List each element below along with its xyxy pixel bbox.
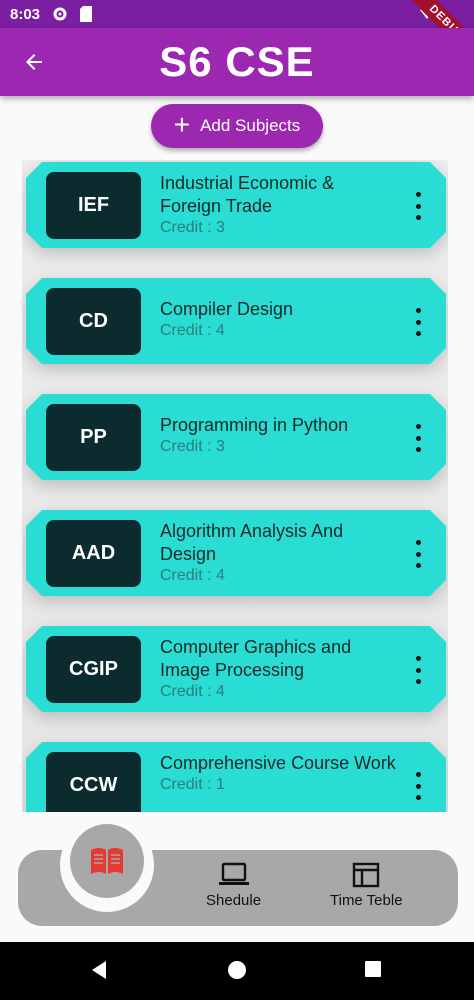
subjects-fab-button[interactable] <box>70 824 144 898</box>
subject-name: Programming in Python <box>160 415 349 435</box>
subject-credit: Credit : 4 <box>160 322 225 339</box>
book-icon <box>91 848 123 874</box>
subject-card[interactable]: AAD Algorithm Analysis And Design Credit… <box>22 510 448 596</box>
subject-card[interactable]: PP Programming in Python Credit : 3 <box>22 394 448 480</box>
back-button[interactable] <box>14 44 54 80</box>
system-home-button[interactable] <box>227 960 247 985</box>
plus-icon: + <box>173 108 191 140</box>
subject-name: Comprehensive Course Work <box>160 753 396 773</box>
add-subjects-label: Add Subjects <box>200 116 301 135</box>
triangle-back-icon <box>92 961 106 979</box>
nav-item-time-teble[interactable]: Time Teble <box>330 862 403 909</box>
subject-card[interactable]: CD Compiler Design Credit : 4 <box>22 278 448 364</box>
subject-name: Compiler Design <box>160 299 294 319</box>
settings-icon <box>52 6 68 22</box>
square-recents-icon <box>365 961 381 977</box>
subject-credit: Credit : 4 <box>160 683 225 700</box>
subject-card[interactable]: CCW Comprehensive Course Work Credit : 1 <box>22 742 448 812</box>
subject-code: IEF <box>46 172 141 239</box>
more-options-icon[interactable] <box>410 772 426 800</box>
subject-code: CD <box>46 288 141 355</box>
nav-item-shedule[interactable]: Shedule <box>206 862 261 909</box>
subject-card[interactable]: IEF Industrial Economic & Foreign Trade … <box>22 162 448 248</box>
subject-code: CGIP <box>46 636 141 703</box>
subject-credit: Credit : 1 <box>160 776 225 793</box>
subject-code: AAD <box>46 520 141 587</box>
subject-name: Computer Graphics and Image Processing <box>160 637 352 680</box>
arrow-left-icon <box>26 54 42 70</box>
subject-code: CCW <box>46 752 141 812</box>
circle-home-icon <box>228 961 246 979</box>
nav-label-shedule: Shedule <box>206 892 262 909</box>
subject-credit: Credit : 4 <box>160 567 225 584</box>
subject-name: Industrial Economic & Foreign Trade <box>160 173 335 216</box>
table-icon <box>353 862 380 888</box>
list-background <box>22 160 448 812</box>
subject-name: Algorithm Analysis And Design <box>160 521 344 564</box>
subject-credit: Credit : 3 <box>160 219 225 236</box>
app-bar: S6 CSE <box>0 28 474 96</box>
system-nav-bar <box>0 942 474 1000</box>
more-options-icon[interactable] <box>410 308 426 336</box>
laptop-icon <box>218 862 249 885</box>
nav-label-time-teble: Time Teble <box>330 892 403 909</box>
more-options-icon[interactable] <box>410 656 426 684</box>
system-recents-button[interactable] <box>364 960 382 983</box>
subject-list[interactable]: IEF Industrial Economic & Foreign Trade … <box>22 160 448 812</box>
subject-code: PP <box>46 404 141 471</box>
more-options-icon[interactable] <box>410 192 426 220</box>
add-subjects-button[interactable]: + Add Subjects <box>151 104 323 148</box>
sd-card-icon <box>80 6 93 22</box>
subject-credit: Credit : 3 <box>160 438 225 455</box>
subject-card[interactable]: CGIP Computer Graphics and Image Process… <box>22 626 448 712</box>
status-time: 8:03 <box>10 5 41 23</box>
more-options-icon[interactable] <box>410 424 426 452</box>
system-back-button[interactable] <box>90 960 108 985</box>
more-options-icon[interactable] <box>410 540 426 568</box>
status-bar: 8:03 DEBUG <box>0 0 474 69</box>
page-title: S6 CSE <box>159 38 315 85</box>
